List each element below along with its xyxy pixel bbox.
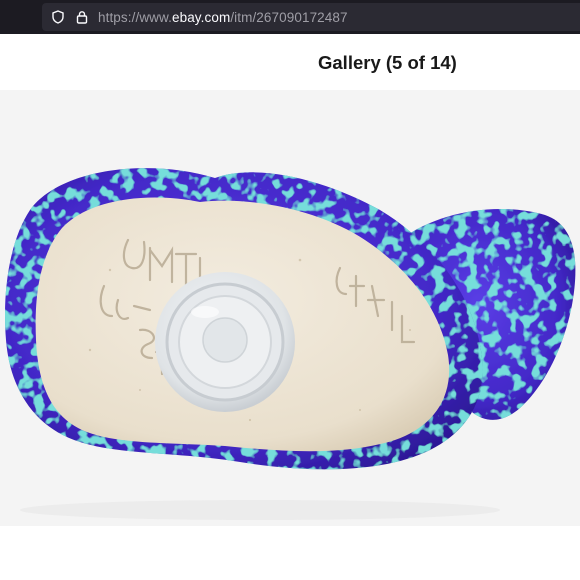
shield-icon[interactable] xyxy=(51,10,65,24)
address-bar[interactable]: https://www.ebay.com/itm/267090172487 xyxy=(42,3,580,31)
url-domain: ebay.com xyxy=(171,10,231,25)
bottom-spacer xyxy=(0,526,580,580)
object-shadow xyxy=(20,500,500,520)
browser-toolbar: https://www.ebay.com/itm/267090172487 xyxy=(0,0,580,34)
lock-icon[interactable] xyxy=(75,10,89,24)
gallery-image[interactable] xyxy=(0,90,580,526)
bottom-cap xyxy=(155,272,295,412)
url-path: /itm/267090172487 xyxy=(230,10,348,25)
gallery-header: Gallery (5 of 14) xyxy=(0,34,580,90)
product-photo xyxy=(5,168,576,520)
url-text[interactable]: https://www.ebay.com/itm/267090172487 xyxy=(98,10,348,25)
url-prefix: https://www. xyxy=(98,10,172,25)
gallery-title: Gallery (5 of 14) xyxy=(318,52,457,73)
